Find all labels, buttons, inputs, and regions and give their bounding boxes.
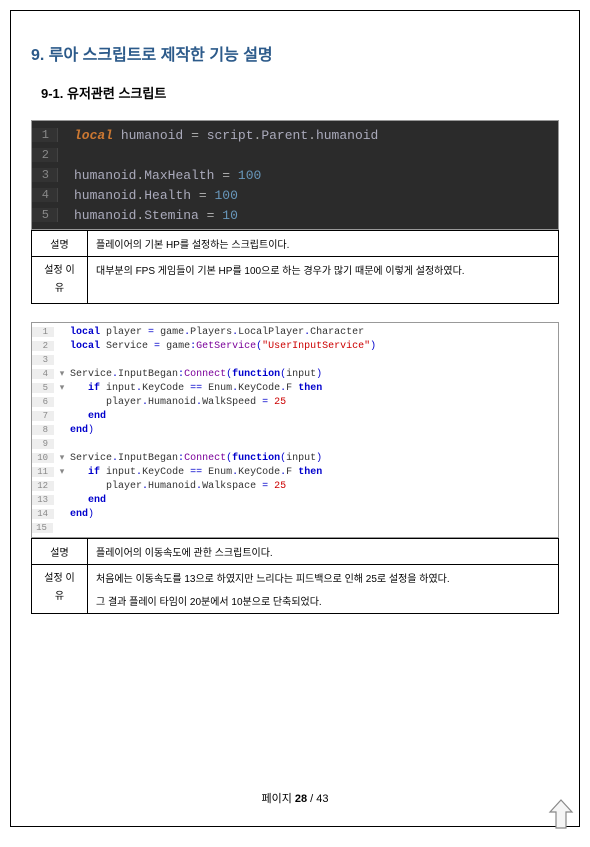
code-line: 15	[32, 521, 558, 535]
description-table-2: 설명 플레이어의 이동속도에 관한 스크립트이다. 설정 이유 처음에는 이동속…	[31, 538, 559, 614]
line-number: 9	[32, 439, 54, 449]
code-line: 7 end	[32, 409, 558, 423]
desc-body: 플레이어의 기본 HP를 설정하는 스크립트이다.	[88, 231, 559, 257]
code-line: 14 end)	[32, 507, 558, 521]
code-line: 8 end)	[32, 423, 558, 437]
code-line: 12 player.Humanoid.Walkspace = 25	[32, 479, 558, 493]
label-desc: 설명	[32, 231, 88, 257]
code-content: player.Humanoid.WalkSpeed = 25	[68, 397, 286, 408]
line-number: 10	[32, 453, 54, 463]
scroll-to-top-button[interactable]	[548, 798, 574, 835]
code-line: 13 end	[32, 493, 558, 507]
code-line: 5 humanoid.Stemina = 10	[32, 205, 558, 225]
code-line: 6 player.Humanoid.WalkSpeed = 25	[32, 395, 558, 409]
code-line: 3 humanoid.MaxHealth = 100	[32, 165, 558, 185]
code-content: local player = game.Players.LocalPlayer.…	[68, 327, 364, 338]
line-number: 3	[32, 355, 54, 365]
code-content: humanoid.Health = 100	[74, 188, 238, 203]
line-number: 7	[32, 411, 54, 421]
line-number: 15	[32, 523, 53, 533]
page-total: 43	[316, 793, 328, 805]
code-line: 2	[32, 145, 558, 165]
code-block-2: 1 local player = game.Players.LocalPlayer…	[31, 322, 559, 538]
label-reason: 설정 이유	[32, 257, 88, 304]
line-number: 2	[32, 148, 58, 162]
code-line: 2 local Service = game:GetService("UserIn…	[32, 339, 558, 353]
code-line: 9	[32, 437, 558, 451]
code-line: 4▾Service.InputBegan:Connect(function(in…	[32, 367, 558, 381]
line-number: 11	[32, 467, 54, 477]
line-number: 12	[32, 481, 54, 491]
document-page: 9. 루아 스크립트로 제작한 기능 설명 9-1. 유저관련 스크립트 1 lo…	[10, 10, 580, 827]
code-block-1: 1 local humanoid = script.Parent.humanoid…	[31, 120, 559, 230]
code-content: end)	[68, 425, 94, 436]
description-table-1: 설명 플레이어의 기본 HP를 설정하는 스크립트이다. 설정 이유 대부분의 …	[31, 230, 559, 304]
code-content: local humanoid = script.Parent.humanoid	[74, 128, 378, 143]
code-content: if input.KeyCode == Enum.KeyCode.F then	[68, 383, 322, 394]
label-desc: 설명	[32, 539, 88, 565]
code-content: local Service = game:GetService("UserInp…	[68, 341, 376, 352]
line-number: 4	[32, 188, 58, 202]
fold-marker: ▾	[56, 383, 68, 393]
page-footer: 페이지 28 / 43	[11, 790, 579, 806]
line-number: 6	[32, 397, 54, 407]
line-number: 2	[32, 341, 54, 351]
reason-body: 처음에는 이동속도를 13으로 하였지만 느리다는 피드백으로 인해 25로 설…	[88, 565, 559, 614]
code-line: 5▾if input.KeyCode == Enum.KeyCode.F the…	[32, 381, 558, 395]
code-content: player.Humanoid.Walkspace = 25	[68, 481, 286, 492]
line-number: 8	[32, 425, 54, 435]
line-number: 14	[32, 509, 54, 519]
line-number: 3	[32, 168, 58, 182]
line-number: 13	[32, 495, 54, 505]
desc-body: 플레이어의 이동속도에 관한 스크립트이다.	[88, 539, 559, 565]
code-content: end	[68, 411, 106, 422]
code-line: 1 local player = game.Players.LocalPlayer…	[32, 325, 558, 339]
code-line: 3	[32, 353, 558, 367]
page-current: 28	[295, 793, 307, 805]
code-line: 11▾if input.KeyCode == Enum.KeyCode.F th…	[32, 465, 558, 479]
label-reason: 설정 이유	[32, 565, 88, 614]
subsection-heading: 9-1. 유저관련 스크립트	[41, 83, 559, 102]
fold-marker: ▾	[56, 369, 68, 379]
reason-body: 대부분의 FPS 게임들이 기본 HP를 100으로 하는 경우가 많기 때문에…	[88, 257, 559, 304]
code-content: humanoid.Stemina = 10	[74, 208, 238, 223]
arrow-up-icon	[548, 798, 574, 830]
line-number: 5	[32, 383, 54, 393]
code-line: 4 humanoid.Health = 100	[32, 185, 558, 205]
line-number: 1	[32, 128, 58, 142]
line-number: 4	[32, 369, 54, 379]
code-content: end)	[68, 509, 94, 520]
code-content: Service.InputBegan:Connect(function(inpu…	[68, 453, 322, 464]
code-content: if input.KeyCode == Enum.KeyCode.F then	[68, 467, 322, 478]
fold-marker: ▾	[56, 453, 68, 463]
section-heading: 9. 루아 스크립트로 제작한 기능 설명	[31, 41, 559, 65]
fold-marker: ▾	[56, 467, 68, 477]
code-line: 1 local humanoid = script.Parent.humanoid	[32, 125, 558, 145]
line-number: 1	[32, 327, 54, 337]
code-content: humanoid.MaxHealth = 100	[74, 168, 261, 183]
line-number: 5	[32, 208, 58, 222]
code-line: 10▾Service.InputBegan:Connect(function(i…	[32, 451, 558, 465]
code-content: Service.InputBegan:Connect(function(inpu…	[68, 369, 322, 380]
code-content: end	[68, 495, 106, 506]
